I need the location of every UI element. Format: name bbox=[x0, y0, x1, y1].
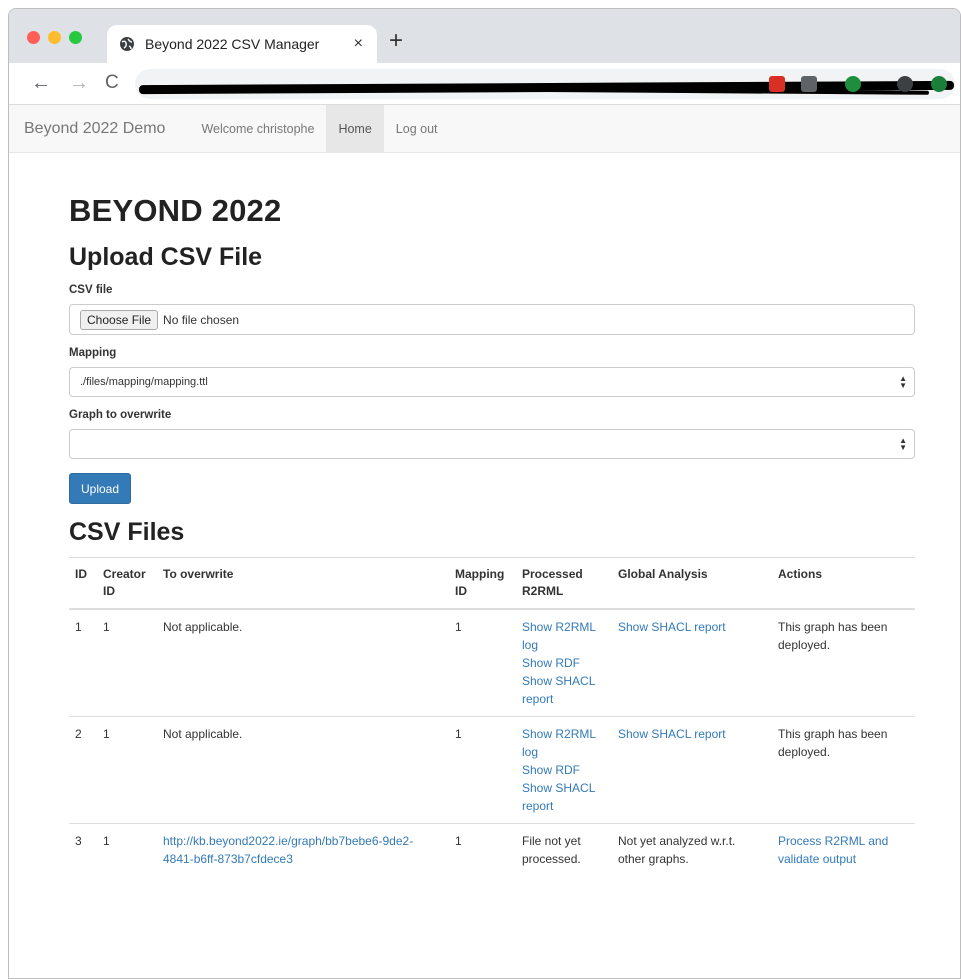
no-file-text: No file chosen bbox=[163, 312, 240, 327]
cell-to-overwrite: Not applicable. bbox=[157, 608, 449, 717]
cell-global-analysis: Show SHACL report bbox=[612, 608, 772, 717]
graph-overwrite-select[interactable]: ▲ ▼ bbox=[69, 429, 915, 459]
header-mapping-id: Mapping ID bbox=[449, 557, 516, 610]
nav-home[interactable]: Home bbox=[326, 105, 384, 152]
header-id: ID bbox=[69, 557, 97, 610]
tab-title: Beyond 2022 CSV Manager bbox=[145, 36, 320, 52]
cell-id: 3 bbox=[69, 823, 97, 876]
site-navbar: Beyond 2022 Demo Welcome christophe Home… bbox=[9, 105, 960, 153]
csv-file-label: CSV file bbox=[69, 284, 113, 296]
show-r2rml-log-link[interactable]: Show R2RML log bbox=[522, 725, 606, 761]
mapping-selected-value: ./files/mapping/mapping.ttl bbox=[80, 376, 208, 388]
show-rdf-link[interactable]: Show RDF bbox=[522, 761, 606, 779]
cell-actions: This graph has been deployed. bbox=[772, 716, 915, 824]
cell-processed: Show R2RML log Show RDF Show SHACL repor… bbox=[516, 608, 612, 717]
table-row: 2 1 Not applicable. 1 Show R2RML log Sho… bbox=[69, 716, 915, 824]
profile-icon[interactable] bbox=[897, 76, 913, 92]
minimize-window-button[interactable] bbox=[48, 31, 61, 44]
csv-files-heading: CSV Files bbox=[69, 518, 185, 546]
extension-icon[interactable] bbox=[801, 76, 817, 92]
header-actions: Actions bbox=[772, 557, 915, 610]
show-shacl-report-link[interactable]: Show SHACL report bbox=[522, 779, 606, 815]
graph-uri-link[interactable]: http://kb.beyond2022.ie/graph/bb7bebe6-9… bbox=[163, 834, 413, 866]
maximize-window-button[interactable] bbox=[69, 31, 82, 44]
new-tab-button[interactable]: + bbox=[389, 29, 403, 53]
global-shacl-report-link[interactable]: Show SHACL report bbox=[618, 618, 766, 636]
show-rdf-link[interactable]: Show RDF bbox=[522, 654, 606, 672]
header-to-overwrite: To overwrite bbox=[157, 557, 449, 610]
browser-tab[interactable]: Beyond 2022 CSV Manager × bbox=[107, 25, 377, 63]
cell-actions: Process R2RML and validate output bbox=[772, 823, 915, 876]
table-header-row: ID Creator ID To overwrite Mapping ID Pr… bbox=[69, 557, 915, 610]
cell-processed: File not yet processed. bbox=[516, 823, 612, 876]
title-bar: Beyond 2022 CSV Manager × + bbox=[9, 9, 960, 63]
mapping-select[interactable]: ./files/mapping/mapping.ttl ▲ ▼ bbox=[69, 367, 915, 397]
upload-button[interactable]: Upload bbox=[69, 473, 132, 504]
cell-to-overwrite: Not applicable. bbox=[157, 716, 449, 824]
header-processed-r2rml: Processed R2RML bbox=[516, 557, 612, 610]
select-arrows-icon: ▲ ▼ bbox=[899, 436, 907, 452]
browser-toolbar: ← → C bbox=[9, 63, 960, 105]
globe-icon bbox=[119, 36, 135, 52]
cell-mapping-id: 1 bbox=[449, 608, 516, 717]
process-r2rml-link[interactable]: Process R2RML and validate output bbox=[778, 832, 909, 868]
choose-file-button[interactable]: Choose File bbox=[80, 309, 159, 330]
cell-creator-id: 1 bbox=[97, 608, 157, 717]
cell-actions: This graph has been deployed. bbox=[772, 608, 915, 717]
browser-window: Beyond 2022 CSV Manager × + ← → C Beyond… bbox=[8, 8, 961, 979]
back-arrow-icon[interactable]: ← bbox=[31, 71, 51, 95]
extension-icon[interactable] bbox=[931, 76, 947, 92]
cell-to-overwrite: http://kb.beyond2022.ie/graph/bb7bebe6-9… bbox=[157, 823, 449, 876]
upload-heading: Upload CSV File bbox=[69, 243, 263, 271]
main-content: BEYOND 2022 Upload CSV File CSV file Cho… bbox=[9, 193, 960, 876]
cell-processed: Show R2RML log Show RDF Show SHACL repor… bbox=[516, 716, 612, 824]
cell-mapping-id: 1 bbox=[449, 716, 516, 824]
cell-global-analysis: Show SHACL report bbox=[612, 716, 772, 824]
page-title: BEYOND 2022 bbox=[69, 193, 282, 228]
extension-icon[interactable] bbox=[845, 76, 861, 92]
graph-overwrite-label: Graph to overwrite bbox=[69, 409, 172, 421]
cell-mapping-id: 1 bbox=[449, 823, 516, 876]
forward-arrow-icon[interactable]: → bbox=[69, 71, 89, 95]
header-global-analysis: Global Analysis bbox=[612, 557, 772, 610]
cell-creator-id: 1 bbox=[97, 716, 157, 824]
header-creator-id: Creator ID bbox=[97, 557, 157, 610]
cell-id: 2 bbox=[69, 716, 97, 824]
cell-global-analysis: Not yet analyzed w.r.t. other graphs. bbox=[612, 823, 772, 876]
csv-file-input[interactable]: Choose File No file chosen bbox=[69, 304, 915, 335]
table-row: 3 1 http://kb.beyond2022.ie/graph/bb7beb… bbox=[69, 823, 915, 876]
cell-creator-id: 1 bbox=[97, 823, 157, 876]
cell-id: 1 bbox=[69, 608, 97, 717]
global-shacl-report-link[interactable]: Show SHACL report bbox=[618, 725, 766, 743]
close-window-button[interactable] bbox=[27, 31, 40, 44]
navbar-brand[interactable]: Beyond 2022 Demo bbox=[24, 105, 189, 152]
window-controls bbox=[27, 31, 82, 44]
select-arrows-icon: ▲ ▼ bbox=[899, 374, 907, 390]
table-row: 1 1 Not applicable. 1 Show R2RML log Sho… bbox=[69, 608, 915, 717]
extension-icon[interactable] bbox=[769, 76, 785, 92]
csv-files-table: ID Creator ID To overwrite Mapping ID Pr… bbox=[69, 557, 915, 876]
reload-icon[interactable]: C bbox=[105, 71, 119, 95]
show-r2rml-log-link[interactable]: Show R2RML log bbox=[522, 618, 606, 654]
nav-logout[interactable]: Log out bbox=[384, 105, 450, 152]
welcome-text: Welcome christophe bbox=[201, 121, 315, 136]
close-tab-icon[interactable]: × bbox=[354, 35, 363, 53]
show-shacl-report-link[interactable]: Show SHACL report bbox=[522, 672, 606, 708]
mapping-label: Mapping bbox=[69, 347, 117, 359]
